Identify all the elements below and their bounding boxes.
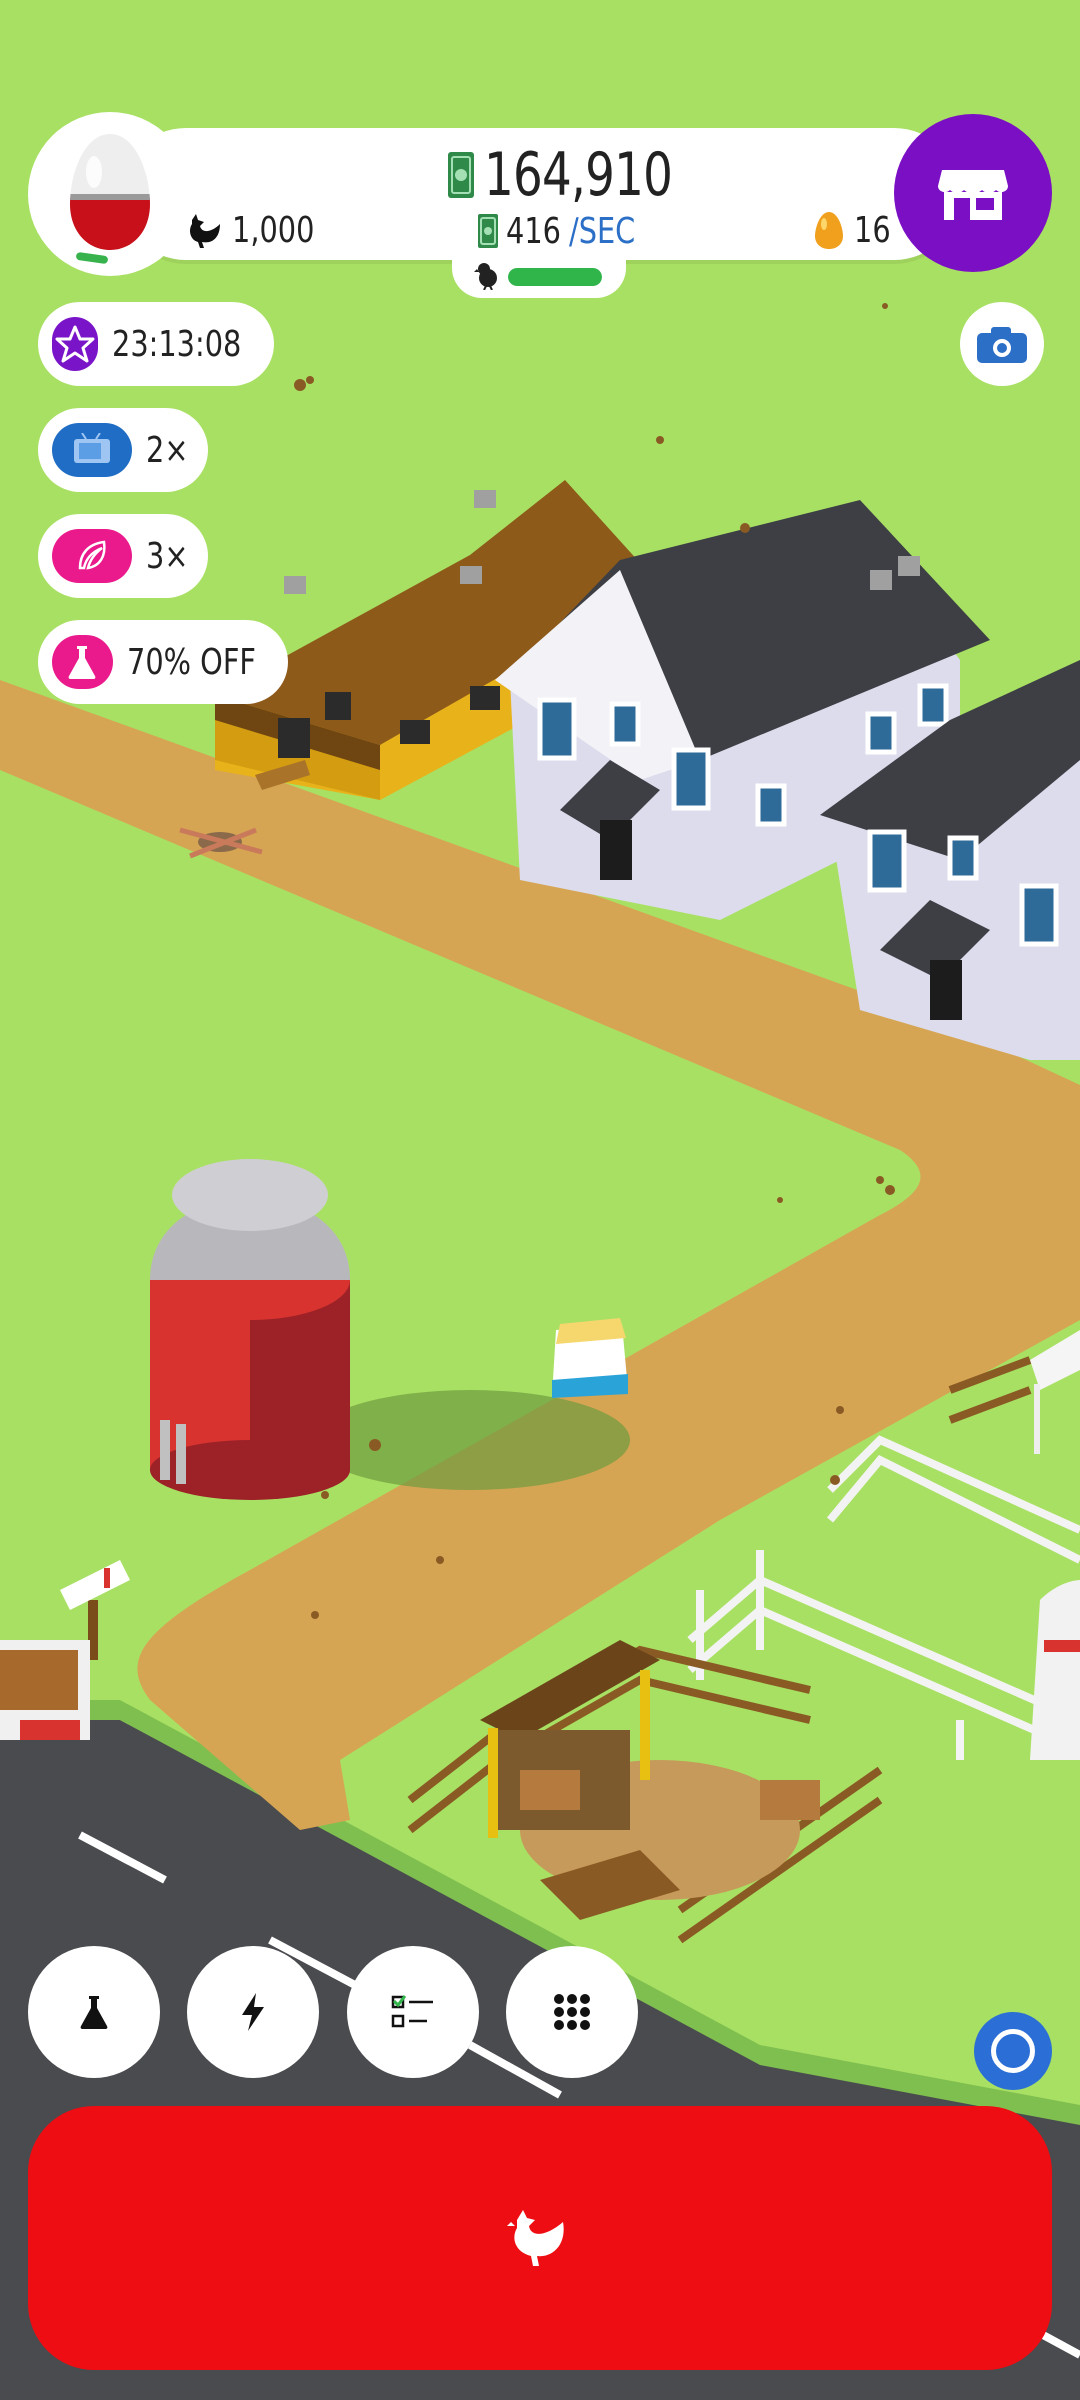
golden-eggs: 16 bbox=[814, 206, 900, 254]
boosts-button[interactable] bbox=[187, 1946, 319, 2078]
event-timer-pill[interactable]: 23:13:08 bbox=[38, 302, 274, 386]
camera-button[interactable] bbox=[960, 302, 1044, 386]
research-discount: 70% OFF bbox=[126, 641, 256, 683]
store-icon bbox=[938, 170, 1008, 220]
feather-boost-pill[interactable]: 3× bbox=[38, 514, 208, 598]
missions-button[interactable] bbox=[347, 1946, 479, 2078]
golden-egg-icon bbox=[815, 212, 843, 249]
menu-grid-icon bbox=[554, 1994, 590, 2030]
chicken-count: 1,000 bbox=[186, 206, 335, 254]
hatchery-capacity-fill bbox=[508, 268, 602, 286]
money-display: 164,910 bbox=[448, 140, 725, 210]
home-assistant-button[interactable] bbox=[974, 2012, 1052, 2090]
income-rate-value: 416 bbox=[506, 210, 561, 252]
flask-icon bbox=[52, 635, 113, 689]
egg-upgrade-button[interactable] bbox=[28, 112, 192, 276]
video-boost-pill[interactable]: 2× bbox=[38, 408, 208, 492]
chicken-icon-white bbox=[507, 2210, 564, 2266]
chicken-count-value: 1,000 bbox=[232, 209, 315, 251]
egg-icon bbox=[70, 134, 150, 250]
hatch-chicken-button[interactable] bbox=[28, 2106, 1052, 2370]
boost-lightning-icon bbox=[242, 1993, 264, 2031]
menu-button[interactable] bbox=[506, 1946, 638, 2078]
hatchery-capacity-bar bbox=[508, 268, 602, 286]
camera-icon bbox=[977, 327, 1027, 363]
delivery-truck bbox=[0, 1640, 90, 1740]
research-flask-icon bbox=[80, 1996, 108, 2029]
star-icon bbox=[52, 317, 99, 371]
money-amount: 164,910 bbox=[484, 140, 673, 210]
income-rate: 416/SEC bbox=[478, 208, 652, 254]
event-timer: 23:13:08 bbox=[112, 323, 242, 365]
golden-eggs-value: 16 bbox=[854, 209, 891, 251]
research-discount-pill[interactable]: 70% OFF bbox=[38, 620, 288, 704]
research-button[interactable] bbox=[28, 1946, 160, 2078]
circle-icon bbox=[991, 2029, 1035, 2073]
cash-icon bbox=[448, 152, 474, 198]
chick-icon bbox=[474, 263, 497, 290]
video-boost-multiplier: 2× bbox=[146, 429, 189, 471]
missions-checklist-icon bbox=[391, 1995, 433, 2028]
feather-icon bbox=[52, 529, 132, 583]
feather-boost-multiplier: 3× bbox=[146, 535, 189, 577]
tv-icon bbox=[52, 423, 132, 477]
income-rate-unit: /SEC bbox=[568, 210, 636, 252]
cash-icon-small bbox=[478, 214, 498, 248]
feed-bag bbox=[552, 1318, 628, 1398]
shop-button[interactable] bbox=[894, 114, 1052, 272]
chicken-icon bbox=[190, 214, 220, 248]
